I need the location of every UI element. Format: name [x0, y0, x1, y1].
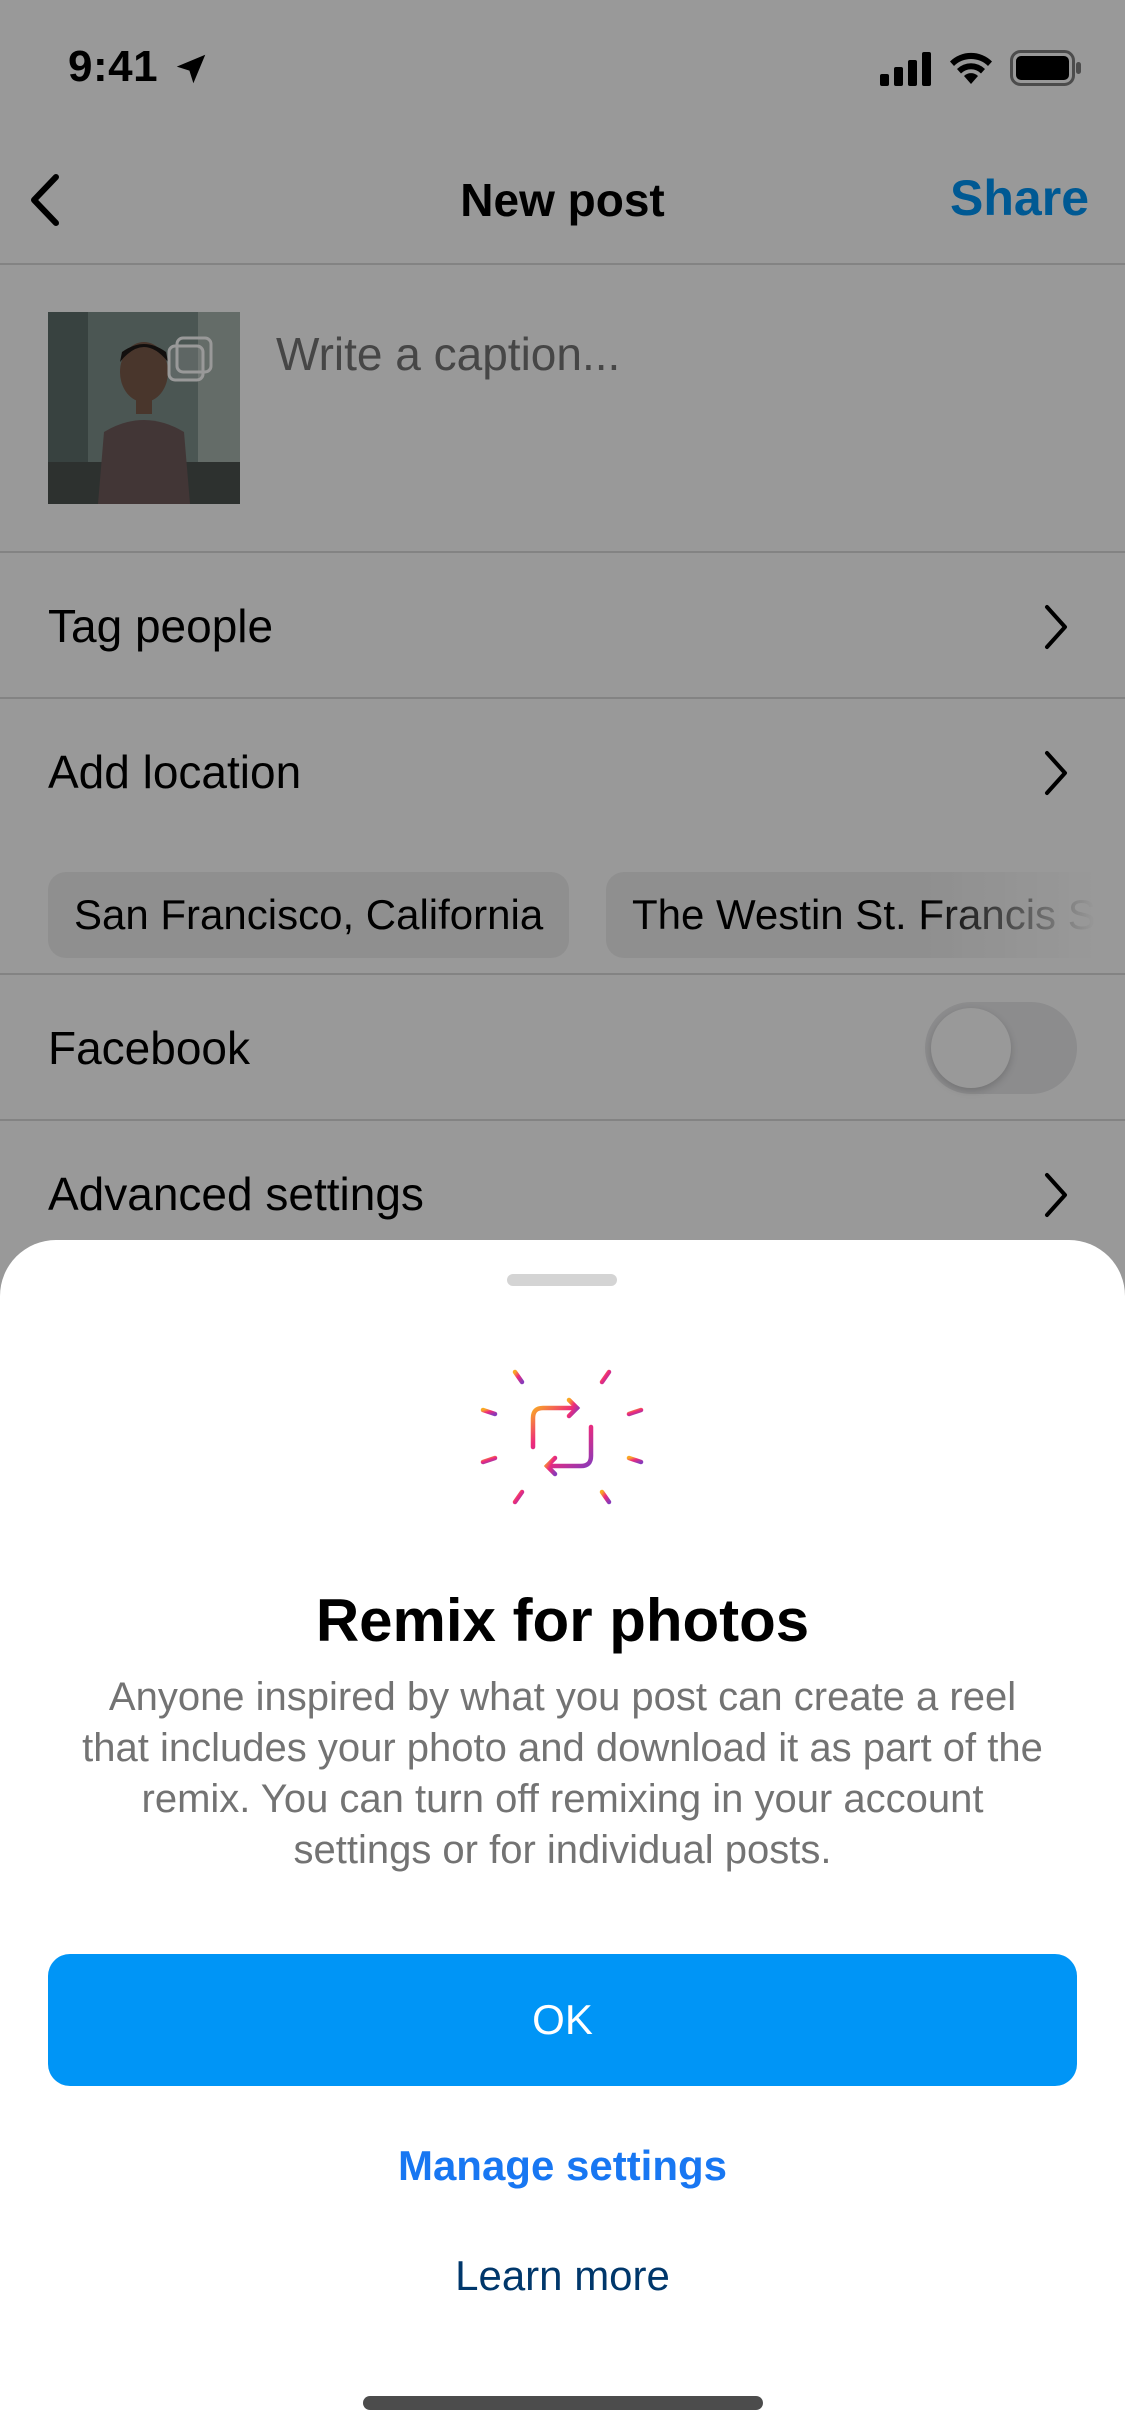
sheet-title: Remix for photos	[315, 1587, 810, 1654]
new-post-screen: 9:41 New post Share Write a caption... T…	[0, 0, 1125, 2436]
manage-settings-button[interactable]: Manage settings	[0, 2142, 1125, 2190]
home-indicator[interactable]	[363, 2396, 763, 2410]
sheet-description: Anyone inspired by what you post can cre…	[82, 1675, 1043, 1872]
sheet-grabber[interactable]	[507, 1274, 617, 1286]
ok-button[interactable]: OK	[48, 1954, 1077, 2086]
remix-icon	[480, 1355, 644, 1519]
remix-bottom-sheet: Remix for photos Anyone inspired by what…	[0, 1240, 1125, 2436]
learn-more-link[interactable]: Learn more	[0, 2252, 1125, 2300]
